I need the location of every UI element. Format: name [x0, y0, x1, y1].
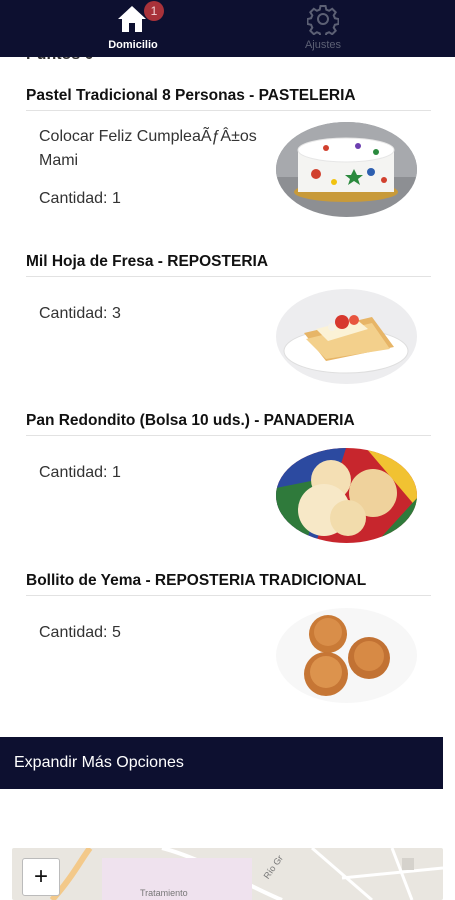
- product-quantity: Cantidad: 3: [39, 305, 121, 322]
- gear-icon: [307, 5, 339, 35]
- nav-home-tab[interactable]: 1 Domicilio: [78, 0, 188, 57]
- nav-home-label: Domicilio: [108, 39, 158, 51]
- product-title: Pastel Tradicional 8 Personas - PASTELER…: [26, 87, 431, 111]
- product-image-millefeuille: [276, 289, 417, 384]
- map-area-label: Tratamiento: [140, 888, 188, 898]
- product-title: Mil Hoja de Fresa - REPOSTERIA: [26, 253, 431, 277]
- nav-settings-tab[interactable]: Ajustes: [268, 0, 378, 57]
- product-title: Bollito de Yema - REPOSTERIA TRADICIONAL: [26, 572, 431, 596]
- product-image-bread-rolls: [276, 448, 417, 543]
- product-quantity: Cantidad: 1: [39, 190, 121, 207]
- notification-badge: 1: [144, 1, 164, 21]
- product-image-yolk-buns: [276, 608, 417, 703]
- product-title: Pan Redondito (Bolsa 10 uds.) - PANADERI…: [26, 412, 431, 436]
- product-image-cake: [276, 122, 417, 217]
- expand-options-button[interactable]: Expandir Más Opciones: [0, 737, 443, 789]
- map-zoom-in-button[interactable]: +: [22, 858, 60, 896]
- product-quantity: Cantidad: 5: [39, 624, 121, 641]
- bottom-nav-bar: 1 Domicilio Ajustes: [0, 0, 455, 57]
- product-quantity: Cantidad: 1: [39, 464, 121, 481]
- nav-settings-label: Ajustes: [304, 39, 342, 51]
- map-roads-graphic: [49, 848, 443, 900]
- map-view[interactable]: Tratamiento Río Gr: [12, 848, 443, 900]
- product-note: Colocar Feliz CumpleaÃƒÂ±os Mami: [39, 128, 257, 169]
